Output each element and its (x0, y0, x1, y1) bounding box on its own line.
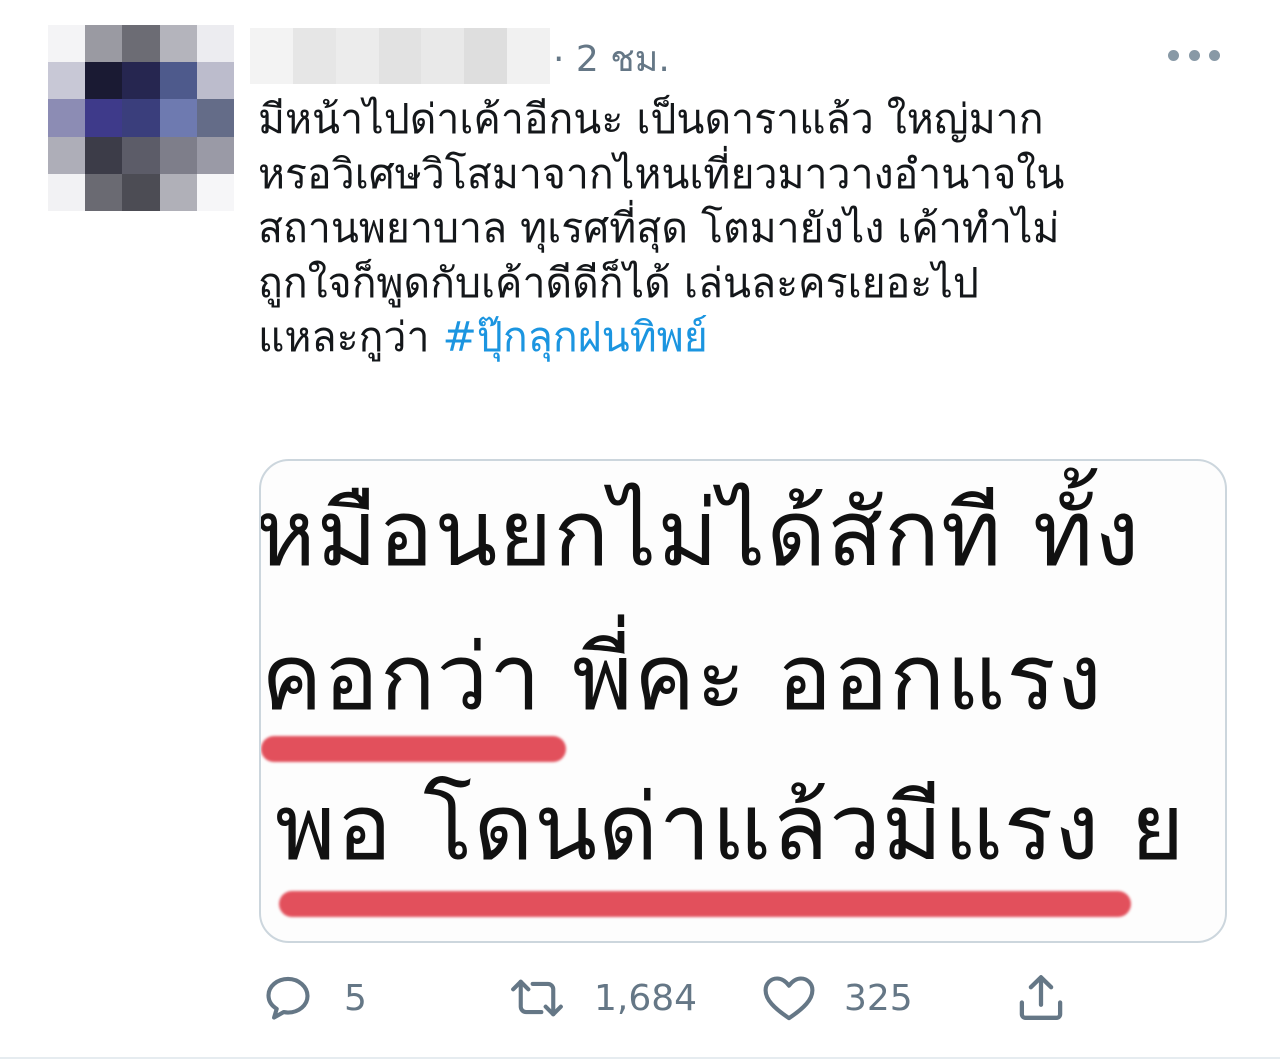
share-button[interactable] (1014, 968, 1068, 1028)
like-button[interactable]: 325 (760, 968, 913, 1028)
media-text-line-3: พอ โดนด่าแล้วมีแรง ย (275, 774, 1186, 881)
like-count: 325 (844, 977, 913, 1019)
reply-icon (262, 972, 314, 1024)
retweet-count: 1,684 (594, 977, 698, 1019)
red-underline-1 (261, 736, 566, 762)
more-options-icon[interactable] (1168, 40, 1220, 70)
tweet[interactable]: · 2 ชม. มีหน้าไปด่าเค้าอีกนะ เป็นดาราแล้… (0, 0, 1280, 1062)
heart-icon (760, 972, 818, 1024)
username-blurred[interactable] (250, 28, 551, 84)
media-text-line-2: คอกว่า พี่คะ ออกแรง (261, 624, 1103, 731)
share-icon (1014, 970, 1068, 1026)
retweet-icon (506, 972, 568, 1024)
divider (0, 1057, 1280, 1059)
reply-count: 5 (344, 977, 367, 1019)
tweet-text: มีหน้าไปด่าเค้าอีกนะ เป็นดาราแล้ว ใหญ่มา… (258, 92, 1248, 365)
retweet-button[interactable]: 1,684 (506, 968, 697, 1028)
tweet-timestamp[interactable]: · 2 ชม. (553, 36, 670, 84)
red-underline-2 (279, 891, 1131, 917)
tweet-media-image[interactable]: หมือนยกไม่ได้สักที ทั้ง คอกว่า พี่คะ ออก… (259, 459, 1227, 943)
avatar[interactable] (48, 25, 234, 211)
reply-button[interactable]: 5 (262, 968, 367, 1028)
media-text-line-1: หมือนยกไม่ได้สักที ทั้ง (259, 480, 1141, 587)
hashtag-link[interactable]: #ปุ๊กลุกฝนทิพย์ (443, 313, 708, 361)
tweet-actions: 5 1,684 325 (262, 968, 1082, 1028)
